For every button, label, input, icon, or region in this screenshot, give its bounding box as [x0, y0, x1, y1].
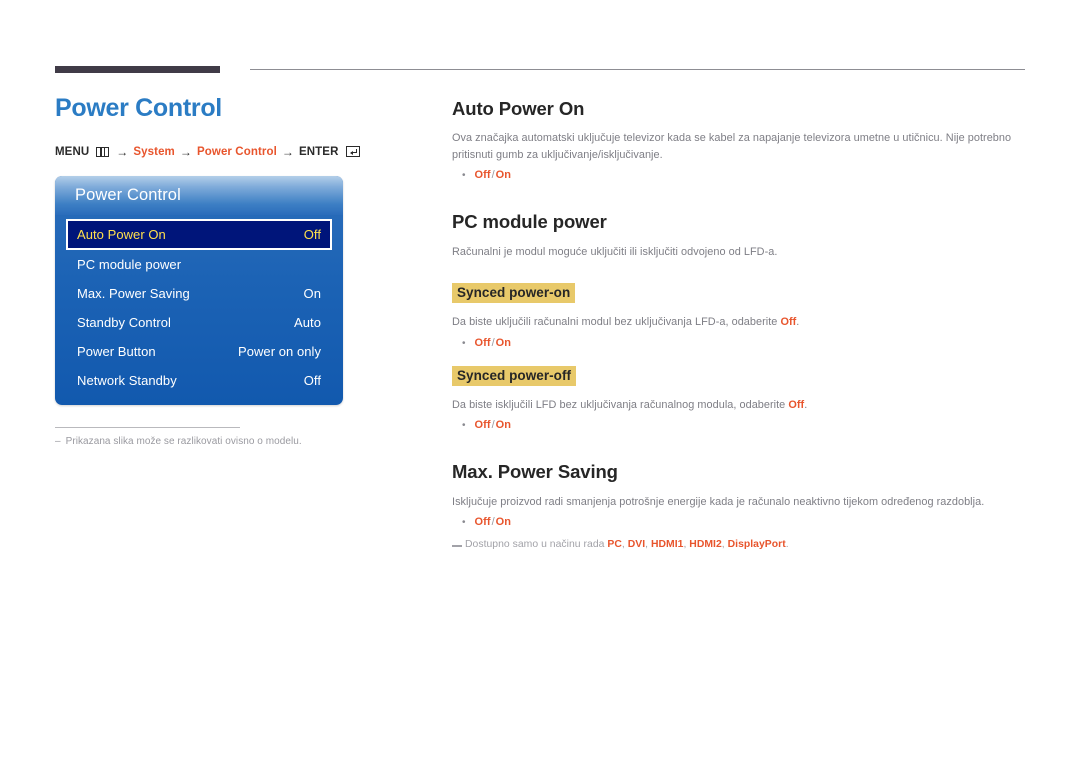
- osd-row-label: Power Button: [77, 343, 156, 359]
- left-footnote-dash: –: [55, 435, 61, 447]
- option-on[interactable]: On: [496, 516, 511, 528]
- osd-row-standby-control[interactable]: Standby Control Auto: [66, 308, 332, 337]
- osd-row-power-button[interactable]: Power Button Power on only: [66, 337, 332, 366]
- option-off[interactable]: Off: [475, 419, 491, 431]
- section-body-synced-power-on: Da biste uključili računalni modul bez u…: [452, 314, 1027, 331]
- header-rule-thick: [55, 66, 220, 73]
- section-body-auto-power-on: Ova značajka automatski uključuje televi…: [452, 132, 1012, 161]
- breadcrumb-arrow-1: →: [116, 144, 129, 159]
- osd-panel: Power Control Auto Power On Off PC modul…: [55, 175, 343, 405]
- option-list-synced-power-on: • Off/On: [462, 337, 1027, 349]
- option-off[interactable]: Off: [475, 169, 491, 181]
- footnote-mode-pc: PC: [607, 539, 622, 551]
- bullet-dot-icon: •: [462, 517, 466, 529]
- option-list-max-power-saving: • Off/On: [462, 516, 1027, 528]
- section-body-max-power-saving: Isključuje proizvod radi smanjenja potro…: [452, 495, 985, 508]
- menu-grid-icon: [96, 146, 110, 157]
- body-text-accent: Off: [788, 398, 805, 411]
- breadcrumb-enter-label: ENTER: [299, 145, 339, 158]
- option-on[interactable]: On: [496, 169, 511, 181]
- body-text-accent: Off: [780, 316, 797, 329]
- left-column: Power Control MENU → System → Power Cont…: [55, 94, 415, 447]
- option-on[interactable]: On: [496, 419, 511, 431]
- osd-row-value: Off: [303, 226, 321, 242]
- breadcrumb-step-system[interactable]: System: [133, 146, 175, 158]
- option-off[interactable]: Off: [475, 516, 491, 528]
- option-on[interactable]: On: [496, 337, 511, 349]
- osd-row-label: PC module power: [77, 256, 182, 272]
- osd-row-list: Auto Power On Off PC module power Max. P…: [55, 215, 343, 395]
- section-footnote-max-power-saving: Dostupno samo u načinu rada PC, DVI, HDM…: [452, 539, 1027, 550]
- osd-row-max-power-saving[interactable]: Max. Power Saving On: [66, 279, 332, 308]
- subheading-synced-power-off: Synced power-off: [452, 365, 577, 386]
- osd-row-network-standby[interactable]: Network Standby Off: [66, 366, 332, 395]
- footnote-text-before: Dostupno samo u načinu rada: [465, 539, 608, 551]
- bullet-dot-icon: •: [462, 170, 466, 182]
- osd-row-auto-power-on[interactable]: Auto Power On Off: [66, 218, 332, 250]
- breadcrumb-step-power-control[interactable]: Power Control: [197, 146, 277, 158]
- section-title-auto-power-on: Auto Power On: [452, 98, 585, 119]
- body-text-before: Da biste uključili računalni modul bez u…: [452, 316, 781, 329]
- footnote-mode-hdmi1: HDMI1: [650, 539, 684, 551]
- osd-row-label: Auto Power On: [77, 226, 166, 242]
- bullet-dot-icon: •: [462, 420, 466, 432]
- osd-row-label: Standby Control: [77, 314, 171, 330]
- section-title-max-power-saving: Max. Power Saving: [452, 461, 618, 483]
- body-text-before: Da biste isključili LFD bez uključivanja…: [452, 398, 789, 411]
- breadcrumb-arrow-2: →: [179, 144, 192, 159]
- bullet-dot-icon: •: [462, 337, 466, 349]
- section-body-synced-power-off: Da biste isključili LFD bez uključivanja…: [452, 397, 1027, 414]
- left-note-divider: [55, 426, 240, 428]
- page-title: Power Control: [55, 94, 222, 122]
- osd-row-value: Auto: [294, 314, 321, 330]
- breadcrumb-menu-label: MENU: [55, 145, 90, 158]
- osd-row-label: Max. Power Saving: [77, 285, 190, 301]
- osd-row-label: Network Standby: [77, 372, 177, 388]
- left-footnote: – Prikazana slika može se razlikovati ov…: [55, 436, 415, 447]
- osd-row-value: Power on only: [237, 343, 321, 359]
- footnote-dash-icon: [452, 545, 462, 548]
- subheading-synced-power-on: Synced power-on: [452, 283, 576, 304]
- enter-return-icon: [346, 146, 361, 157]
- header-rule-thin: [250, 69, 1025, 70]
- option-list-auto-power-on: • Off/On: [462, 169, 1027, 181]
- option-list-synced-power-off: • Off/On: [462, 419, 1027, 431]
- footnote-mode-hdmi2: HDMI2: [689, 539, 722, 551]
- footnote-text-after: .: [785, 539, 789, 551]
- footnote-mode-dvi: DVI: [627, 539, 646, 551]
- left-footnote-text: Prikazana slika može se razlikovati ovis…: [65, 435, 302, 447]
- osd-row-value: Off: [303, 372, 321, 388]
- right-column: Auto Power On Ova značajka automatski uk…: [452, 98, 1027, 550]
- body-text-after: .: [796, 316, 800, 329]
- body-text-after: .: [804, 398, 808, 411]
- osd-row-pc-module-power[interactable]: PC module power: [66, 250, 332, 279]
- section-body-pc-module-power: Računalni je modul moguće uključiti ili …: [452, 245, 778, 258]
- footnote-mode-displayport: DisplayPort: [727, 539, 786, 551]
- section-title-pc-module-power: PC module power: [452, 211, 607, 233]
- breadcrumb-arrow-3: →: [281, 144, 294, 159]
- breadcrumb: MENU → System → Power Control → ENTER: [55, 145, 415, 159]
- option-off[interactable]: Off: [475, 337, 491, 349]
- osd-panel-header: Power Control: [55, 175, 343, 215]
- osd-row-value: On: [303, 285, 321, 301]
